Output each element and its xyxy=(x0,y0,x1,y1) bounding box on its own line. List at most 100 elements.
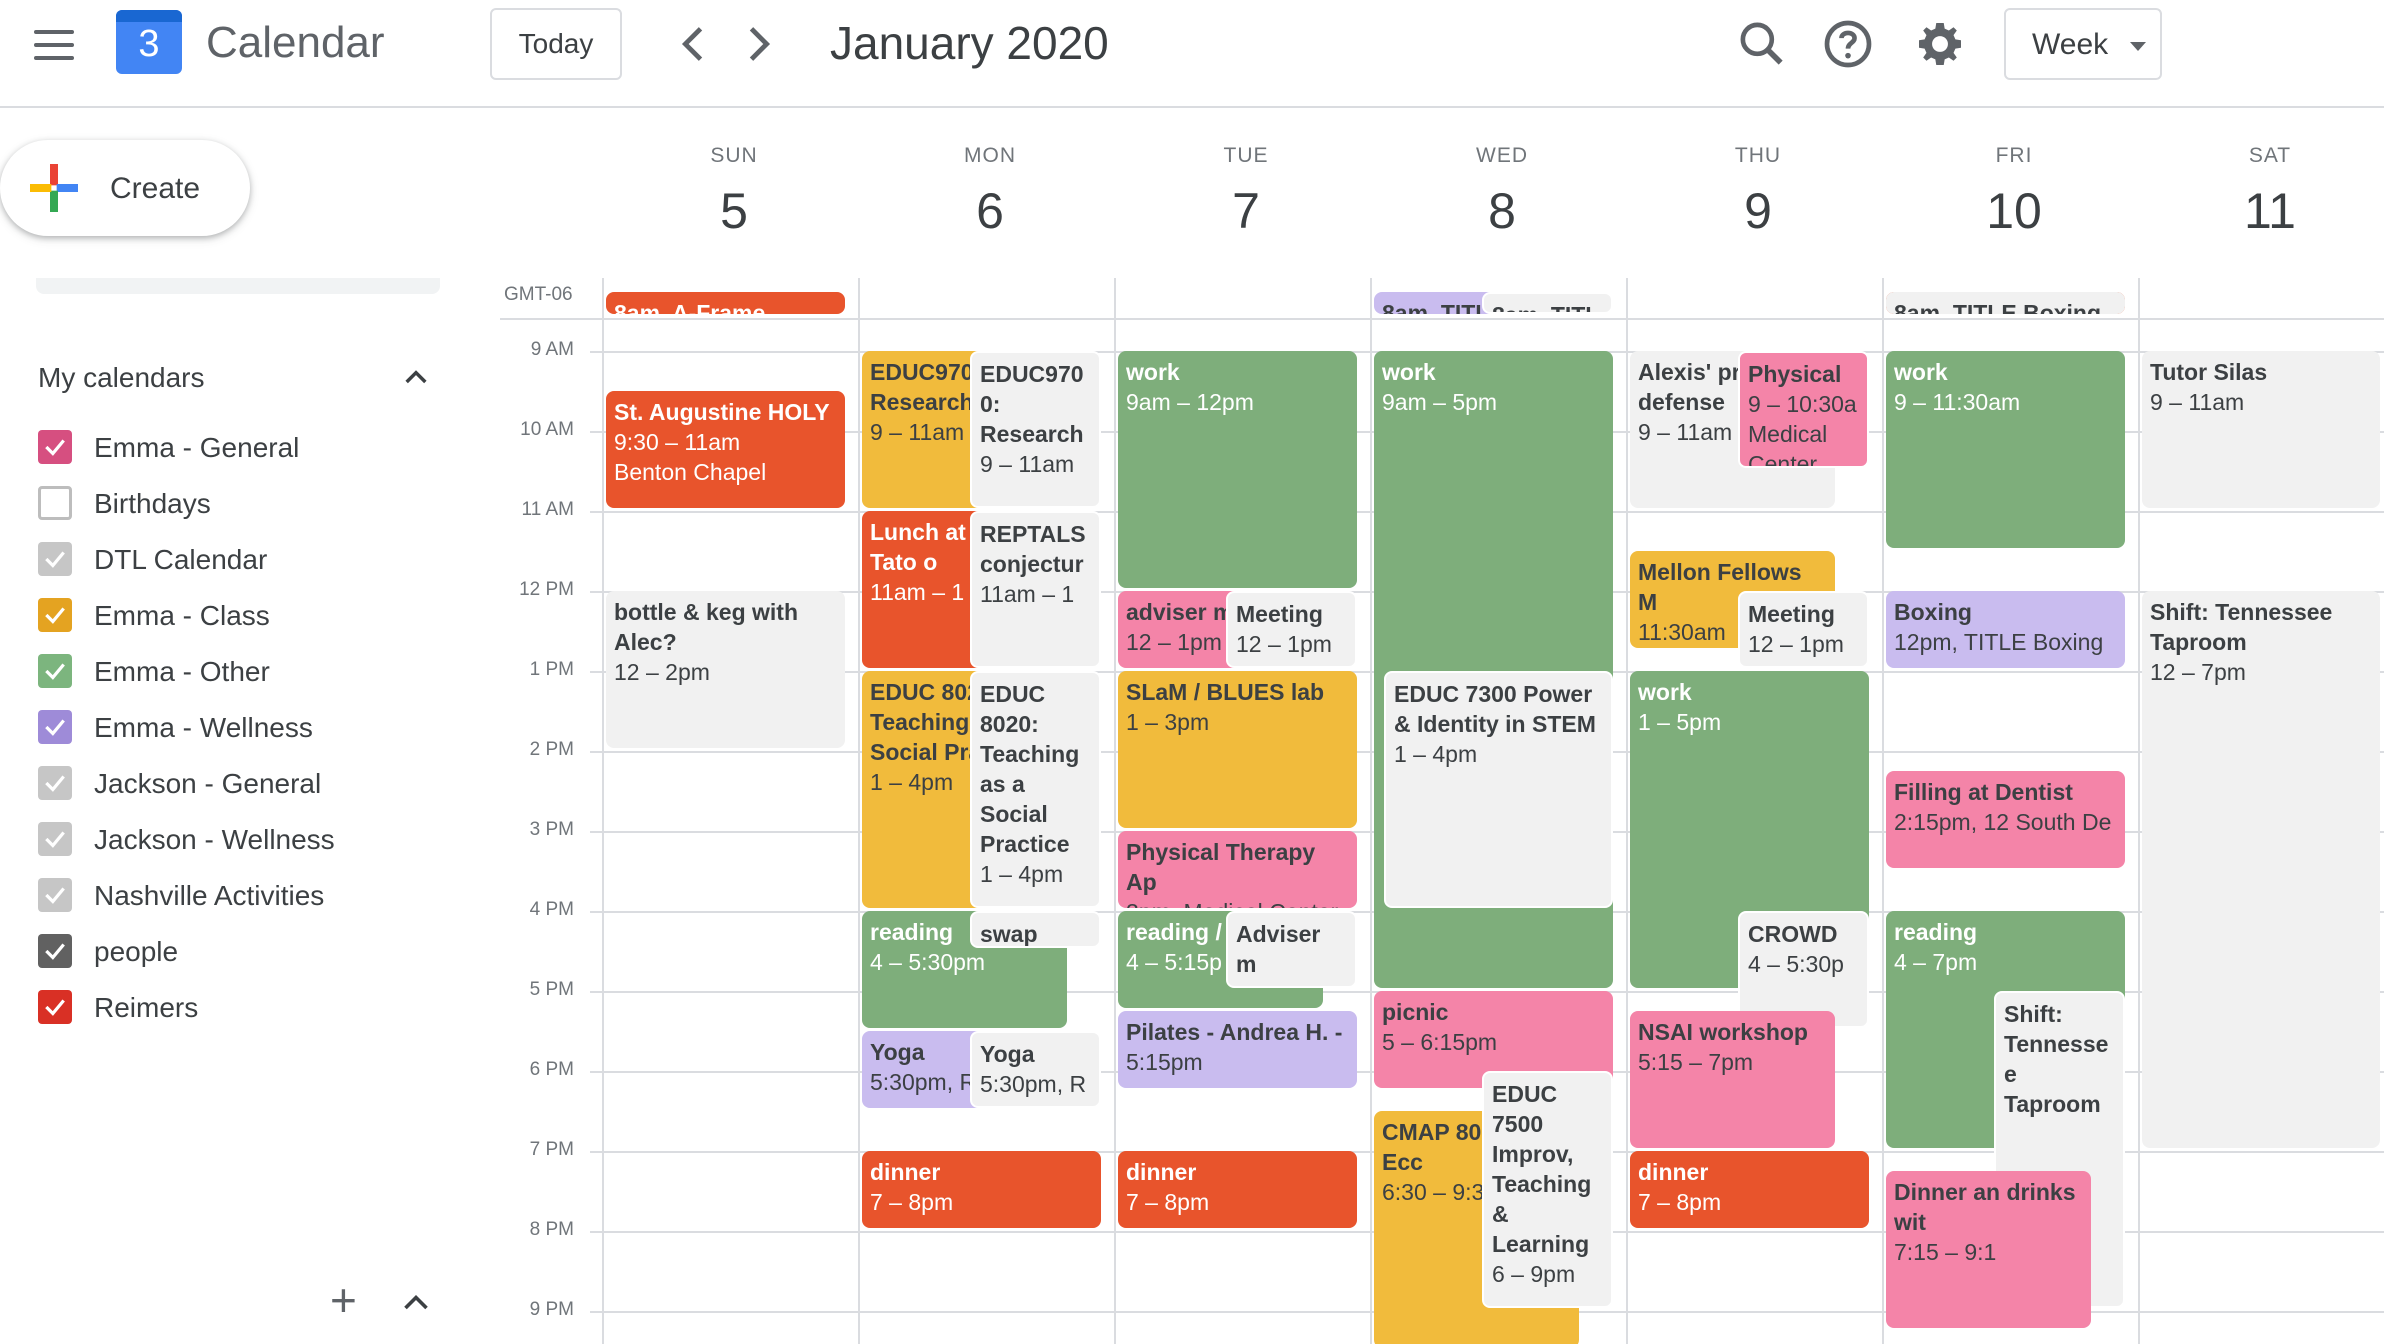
calendar-item[interactable]: DTL Calendar xyxy=(36,534,476,590)
event-block[interactable]: Shift: Tennessee Taproom 12 – 7pm xyxy=(2142,591,2380,1148)
event-block[interactable]: bottle & keg with Alec? 12 – 2pm xyxy=(606,591,845,748)
event-block[interactable]: REPTALS conjectur 11am – 1 xyxy=(970,511,1101,668)
hour-label: 10 AM xyxy=(520,419,574,440)
checkbox-checked-icon[interactable] xyxy=(38,934,72,968)
event-block[interactable]: EDUC 8020: Teaching as a Social Practice… xyxy=(970,671,1101,908)
chevron-up-icon[interactable] xyxy=(398,1290,434,1314)
checkbox-checked-icon[interactable] xyxy=(38,766,72,800)
day-header[interactable]: MON 6 xyxy=(862,108,1118,240)
day-number[interactable]: 8 xyxy=(1374,182,1630,240)
event-block[interactable]: EDUC 7300 Power & Identity in STEM 1 – 4p… xyxy=(1384,671,1613,908)
event-block[interactable]: Filling at Dentist 2:15pm, 12 South De xyxy=(1886,771,2125,868)
day-number[interactable]: 5 xyxy=(606,182,862,240)
event-title: Shift: Tennesse e Taproom xyxy=(2004,1001,2109,1117)
search-icon[interactable] xyxy=(1734,16,1790,72)
event-time: 12 – 2pm xyxy=(614,659,710,685)
event-time: 12 – 7pm xyxy=(2150,659,2246,685)
event-block[interactable]: SLaM / BLUES lab 1 – 3pm xyxy=(1118,671,1357,828)
day-header[interactable]: SUN 5 xyxy=(606,108,862,240)
search-people-field[interactable] xyxy=(36,278,440,294)
calendar-item[interactable]: Jackson - General xyxy=(36,758,476,814)
calendar-item[interactable]: Reimers xyxy=(36,982,476,1038)
event-time: 4 – 5pm xyxy=(1236,979,1347,986)
calendar-item[interactable]: Emma - Class xyxy=(36,590,476,646)
day-number[interactable]: 10 xyxy=(1886,182,2142,240)
event-time: 9 – 11am xyxy=(980,451,1075,477)
calendar-item[interactable]: Jackson - Wellness xyxy=(36,814,476,870)
calendar-item[interactable]: Nashville Activities xyxy=(36,870,476,926)
event-block[interactable]: Physical Therapy Ap 3pm, Medical Center xyxy=(1118,831,1357,908)
event-block[interactable]: EDUC970 0: Research 9 – 11am xyxy=(970,351,1101,508)
event-block[interactable]: dinner 7 – 8pm xyxy=(1630,1151,1869,1228)
event-time: 7 – 8pm xyxy=(870,1189,954,1215)
chevron-up-icon[interactable] xyxy=(400,362,432,394)
calendar-item[interactable]: Emma - Other xyxy=(36,646,476,702)
calendar-label: Reimers xyxy=(94,992,199,1023)
day-header[interactable]: WED 8 xyxy=(1374,108,1630,240)
event-block[interactable]: Pilates - Andrea H. - 5:15pm xyxy=(1118,1011,1357,1088)
event-title: EDUC970 Research xyxy=(870,359,974,415)
event-block[interactable]: dinner 7 – 8pm xyxy=(862,1151,1101,1228)
event-block[interactable]: 8am, A-Frame xyxy=(606,292,845,314)
day-divider xyxy=(1626,278,1628,1344)
day-header[interactable]: SAT 11 xyxy=(2142,108,2384,240)
event-block[interactable]: EDUC 7500 Improv, Teaching & Learning 6 –… xyxy=(1482,1071,1613,1308)
help-icon[interactable] xyxy=(1820,16,1876,72)
day-number[interactable]: 9 xyxy=(1630,182,1886,240)
event-time: 9am – 5pm xyxy=(1382,389,1498,415)
add-calendar-icon[interactable]: + xyxy=(330,1277,357,1323)
top-bar: 3 Calendar Today January 2020 Week xyxy=(0,0,2384,108)
main-menu-icon[interactable] xyxy=(34,30,74,60)
checkbox-checked-icon[interactable] xyxy=(38,430,72,464)
event-block[interactable]: Adviser m 4 – 5pm xyxy=(1226,911,1357,988)
event-block[interactable]: Physical 9 – 10:30a Medical Center xyxy=(1738,351,1869,468)
event-title: work xyxy=(1382,359,1436,385)
event-block[interactable]: Boxing 12pm, TITLE Boxing xyxy=(1886,591,2125,668)
event-title: Physical xyxy=(1748,361,1842,387)
checkbox-checked-icon[interactable] xyxy=(38,990,72,1024)
checkbox-checked-icon[interactable] xyxy=(38,598,72,632)
checkbox-empty-icon[interactable] xyxy=(38,486,72,520)
event-block[interactable]: 8am, TITLE Boxing C xyxy=(1886,292,2125,314)
day-number[interactable]: 7 xyxy=(1118,182,1374,240)
event-block[interactable]: St. Augustine HOLY 9:30 – 11am Benton Chap… xyxy=(606,391,845,508)
event-block[interactable]: Meeting 12 – 1pm xyxy=(1226,591,1357,668)
checkbox-checked-icon[interactable] xyxy=(38,878,72,912)
hour-label: 12 PM xyxy=(519,579,574,600)
event-block[interactable]: Dinner an drinks wit 7:15 – 9:1 xyxy=(1886,1171,2091,1328)
event-title: picnic xyxy=(1382,999,1449,1025)
checkbox-checked-icon[interactable] xyxy=(38,822,72,856)
day-header[interactable]: TUE 7 xyxy=(1118,108,1374,240)
event-block[interactable]: dinner 7 – 8pm xyxy=(1118,1151,1357,1228)
event-block[interactable]: Meeting 12 – 1pm xyxy=(1738,591,1869,668)
event-block[interactable]: Tutor Silas 9 – 11am xyxy=(2142,351,2380,508)
event-block[interactable]: work 9 – 11:30am xyxy=(1886,351,2125,548)
view-selector[interactable]: Week xyxy=(2004,8,2162,80)
event-block[interactable]: work 9am – 12pm xyxy=(1118,351,1357,588)
event-block[interactable]: Yoga 5:30pm, R xyxy=(970,1031,1101,1108)
day-number[interactable]: 6 xyxy=(862,182,1118,240)
calendar-item[interactable]: people xyxy=(36,926,476,982)
calendar-item[interactable]: Emma - General xyxy=(36,422,476,478)
create-button[interactable]: Create xyxy=(0,140,250,236)
checkbox-checked-icon[interactable] xyxy=(38,710,72,744)
event-block[interactable]: swap prox xyxy=(970,911,1101,948)
day-number[interactable]: 11 xyxy=(2142,182,2384,240)
checkbox-checked-icon[interactable] xyxy=(38,542,72,576)
calendar-item[interactable]: Birthdays xyxy=(36,478,476,534)
event-title: Yoga xyxy=(980,1041,1035,1067)
event-block[interactable]: 8am, TITL xyxy=(1482,292,1613,314)
today-button[interactable]: Today xyxy=(490,8,622,80)
chevron-right-icon[interactable] xyxy=(732,18,784,70)
event-title: work xyxy=(1638,679,1692,705)
day-header[interactable]: FRI 10 xyxy=(1886,108,2142,240)
chevron-left-icon[interactable] xyxy=(668,18,720,70)
hour-label: 9 PM xyxy=(529,1299,574,1320)
checkbox-checked-icon[interactable] xyxy=(38,654,72,688)
logo-day: 3 xyxy=(138,23,160,65)
event-block[interactable]: NSAI workshop 5:15 – 7pm xyxy=(1630,1011,1835,1148)
gear-icon[interactable] xyxy=(1912,16,1968,72)
day-divider xyxy=(1882,278,1884,1344)
calendar-item[interactable]: Emma - Wellness xyxy=(36,702,476,758)
day-header[interactable]: THU 9 xyxy=(1630,108,1886,240)
